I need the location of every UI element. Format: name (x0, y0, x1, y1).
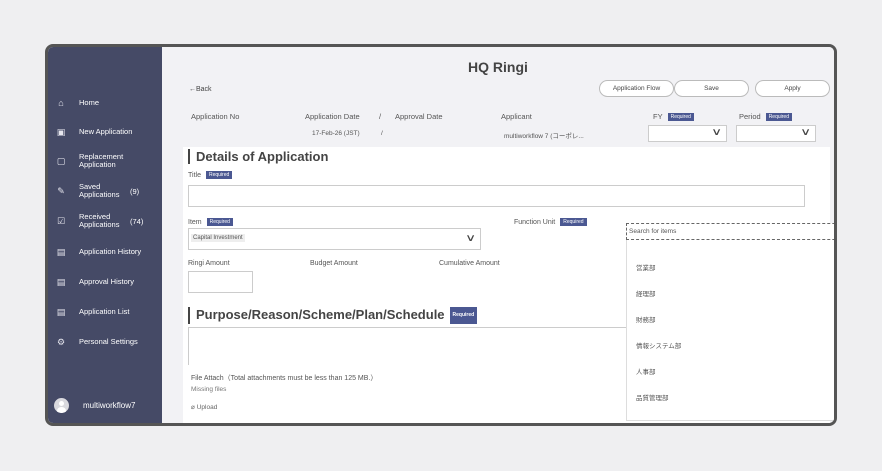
sidebar-item-application-history[interactable]: ▤ Application History (48, 245, 162, 259)
application-flow-button[interactable]: Application Flow (599, 80, 674, 97)
main-panel: HQ Ringi ←Back Application Flow Save App… (162, 47, 834, 423)
dropdown-option[interactable]: 営業部 (636, 262, 656, 272)
application-no-label: Application No (191, 112, 240, 121)
file-attach-label: File Attach（Total attachments must be le… (191, 375, 378, 382)
user-profile[interactable]: multiworkflow7 (54, 398, 135, 413)
period-label: Period Required (739, 112, 792, 121)
avatar (54, 398, 69, 413)
period-select[interactable]: ∨ (736, 125, 816, 142)
sidebar-item-approval-history[interactable]: ▤ Approval History (48, 275, 162, 289)
function-unit-dropdown: Search for items 営業部 経理部 財務部 情報システム部 人事部… (626, 223, 834, 421)
dropdown-option[interactable]: 品質管理部 (636, 392, 669, 402)
chevron-down-icon: ∨ (710, 127, 722, 138)
title-label: Title Required (188, 171, 233, 179)
applicant-label: Applicant (501, 112, 532, 121)
dropdown-option[interactable]: 情報システム部 (636, 340, 681, 350)
required-badge: Required (667, 113, 694, 121)
cumulative-amount-label: Cumulative Amount (439, 260, 500, 267)
sidebar-item-saved-applications[interactable]: ✎ Saved Applications (9) (48, 181, 162, 201)
item-value: Capital Investment (191, 234, 245, 242)
dropdown-option[interactable]: 人事部 (636, 366, 656, 376)
history-icon: ▤ (56, 246, 66, 257)
user-name: multiworkflow7 (83, 401, 136, 410)
chevron-down-icon: ∨ (799, 127, 811, 138)
app-window: ⌂ Home ▣ New Application ▢ Replacement A… (45, 44, 837, 426)
save-button[interactable]: Save (674, 80, 749, 97)
required-badge: Required (765, 113, 792, 121)
sidebar-item-personal-settings[interactable]: ⚙ Personal Settings (48, 335, 162, 349)
ringi-amount-input[interactable] (188, 271, 253, 293)
approval-date-label: Approval Date (395, 112, 443, 121)
item-select[interactable]: Capital Investment ∨ (188, 228, 481, 250)
apply-button[interactable]: Apply (755, 80, 830, 97)
list-icon: ▤ (56, 306, 66, 317)
required-badge: Required (206, 218, 233, 226)
function-unit-label: Function Unit Required (514, 218, 587, 226)
upload-link[interactable]: ⌀ Upload (191, 403, 217, 411)
missing-files-text: Missing files (191, 386, 227, 393)
dropdown-option[interactable]: 経理部 (636, 288, 656, 298)
required-badge: Required (560, 218, 587, 226)
dropdown-option[interactable]: 財務部 (636, 314, 656, 324)
approval-icon: ▤ (56, 276, 66, 287)
required-badge: Required (205, 171, 233, 179)
application-date-label: Application Date (305, 112, 360, 121)
received-icon: ☑ (56, 215, 66, 226)
gear-icon: ⚙ (56, 336, 66, 347)
date-separator: / (379, 112, 382, 121)
received-count-badge: (74) (130, 216, 144, 226)
sidebar-item-replacement-application[interactable]: ▢ Replacement Application (48, 151, 162, 171)
item-label: Item Required (188, 218, 233, 226)
purpose-heading: Purpose/Reason/Scheme/Plan/Schedule Requi… (188, 307, 478, 324)
new-document-icon: ▣ (56, 126, 66, 137)
chevron-down-icon: ∨ (464, 233, 476, 244)
back-link[interactable]: ←Back (189, 86, 212, 93)
details-heading: Details of Application (188, 149, 328, 164)
required-badge: Required (449, 307, 478, 324)
sidebar-item-application-list[interactable]: ▤ Application List (48, 305, 162, 319)
applicant-value: multiworkflow 7 (コーポレ... (504, 133, 584, 140)
sidebar: ⌂ Home ▣ New Application ▢ Replacement A… (48, 47, 162, 423)
saved-icon: ✎ (57, 185, 65, 196)
page-title: HQ Ringi (468, 59, 528, 75)
fy-select[interactable]: ∨ (648, 125, 727, 142)
document-icon: ▢ (56, 155, 66, 166)
application-date-value: 17-Feb-26 (JST) (312, 130, 360, 137)
approval-date-separator: / (381, 130, 383, 137)
sidebar-item-home[interactable]: ⌂ Home (48, 96, 162, 110)
title-input[interactable] (188, 185, 805, 207)
saved-count-badge: (9) (130, 186, 140, 196)
budget-amount-label: Budget Amount (310, 260, 358, 267)
sidebar-item-new-application[interactable]: ▣ New Application (48, 125, 162, 139)
ringi-amount-label: Ringi Amount (188, 260, 230, 267)
fy-label: FY Required (653, 112, 694, 121)
function-unit-search-input[interactable]: Search for items (626, 223, 834, 240)
sidebar-item-received-applications[interactable]: ☑ Received Applications (74) (48, 211, 162, 231)
home-icon: ⌂ (58, 98, 64, 108)
